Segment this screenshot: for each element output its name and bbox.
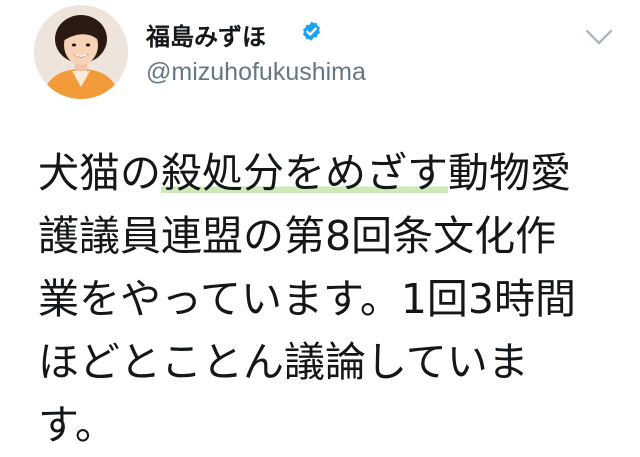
- tweet-line: ほどとことん議論していま: [38, 338, 529, 386]
- tweet-line: す。: [38, 401, 116, 449]
- tweet-line: 犬猫の殺処分をめざす動物愛: [38, 142, 628, 205]
- tweet-line: 業をやっています。1回3時間: [38, 275, 577, 323]
- avatar[interactable]: [34, 5, 128, 99]
- tweet-card: 福島みずほ @mizuhofukushima 犬猫の殺処分をめざす動物愛 護議員…: [0, 0, 640, 454]
- user-handle[interactable]: @mizuhofukushima: [146, 58, 366, 87]
- verified-badge-icon: [303, 21, 320, 41]
- tweet-text: 犬猫の殺処分をめざす動物愛 護議員連盟の第8回条文化作 業をやっています。1回3…: [38, 142, 628, 457]
- profile-photo-icon: [34, 5, 128, 99]
- tweet-text-segment: 犬猫の: [38, 149, 161, 197]
- tweet-text-segment: 動物愛: [448, 149, 571, 197]
- chevron-down-icon[interactable]: [583, 25, 615, 49]
- highlighted-phrase: 殺処分をめざす: [161, 149, 448, 197]
- display-name[interactable]: 福島みずほ: [146, 17, 266, 52]
- tweet-line: 護議員連盟の第8回条文化作: [38, 212, 557, 260]
